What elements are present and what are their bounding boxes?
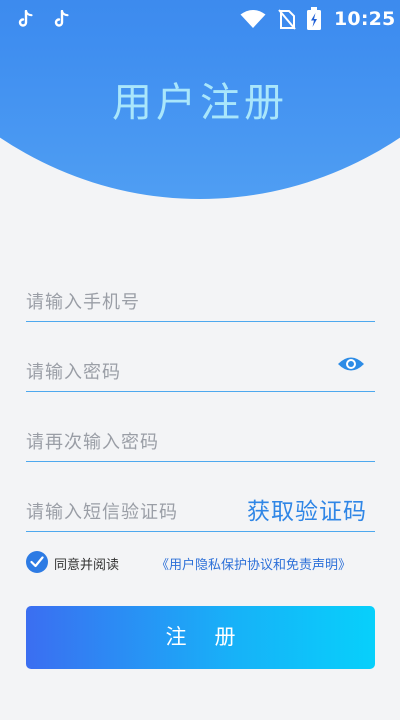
sms-code-placeholder: 请输入短信验证码 bbox=[26, 502, 178, 523]
status-bar: 10:25 bbox=[0, 0, 400, 38]
status-time: 10:25 bbox=[334, 8, 396, 30]
wifi-icon bbox=[240, 10, 266, 28]
confirm-password-placeholder: 请再次输入密码 bbox=[26, 432, 159, 453]
page-title: 用户注册 bbox=[112, 80, 288, 126]
confirm-password-input[interactable]: 请再次输入密码 bbox=[26, 414, 375, 462]
get-code-button[interactable]: 获取验证码 bbox=[247, 492, 367, 526]
phone-placeholder: 请输入手机号 bbox=[26, 292, 140, 313]
eye-icon[interactable] bbox=[337, 354, 365, 374]
privacy-policy-link[interactable]: 《用户隐私保护协议和免责声明》 bbox=[156, 554, 351, 573]
password-input[interactable]: 请输入密码 bbox=[26, 344, 375, 392]
tiktok-icon bbox=[18, 10, 33, 27]
no-sim-icon bbox=[278, 9, 296, 30]
agreement-text: 同意并阅读 bbox=[54, 558, 120, 573]
agreement-checkbox[interactable] bbox=[26, 551, 48, 573]
password-placeholder: 请输入密码 bbox=[26, 362, 121, 383]
tiktok-icon bbox=[54, 10, 69, 27]
register-button[interactable]: 注册 bbox=[26, 606, 375, 669]
checkmark-icon bbox=[30, 556, 44, 568]
register-screen: 10:25 用户注册 请输入手机号 请输入密码 请再次输入密码 请输入短信验证码… bbox=[0, 0, 400, 720]
agreement-row: 同意并阅读 《用户隐私保护协议和免责声明》 bbox=[26, 550, 386, 574]
sms-code-input[interactable]: 请输入短信验证码 获取验证码 bbox=[26, 484, 375, 532]
phone-input[interactable]: 请输入手机号 bbox=[26, 274, 375, 322]
battery-charging-icon bbox=[307, 7, 321, 30]
register-button-label: 注册 bbox=[165, 625, 264, 649]
